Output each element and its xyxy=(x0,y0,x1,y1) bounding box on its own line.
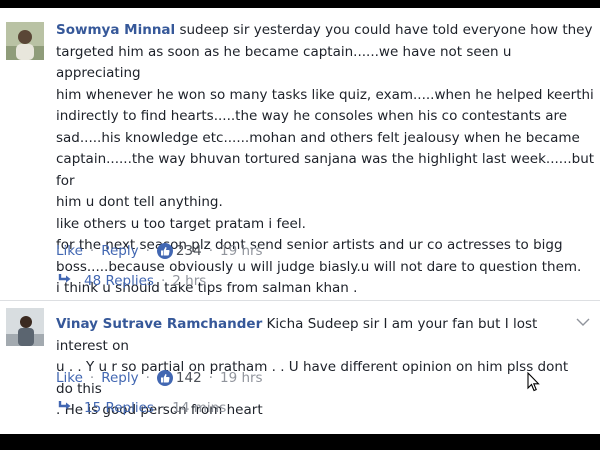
mouse-cursor-icon xyxy=(527,371,541,396)
like-link[interactable]: Like xyxy=(56,370,83,386)
timestamp[interactable]: 19 hrs xyxy=(220,243,263,259)
replies-timestamp: 2 hrs xyxy=(172,273,207,289)
chevron-down-icon[interactable] xyxy=(576,312,590,331)
avatar[interactable] xyxy=(6,308,44,346)
comment-line: him u dont tell anything. xyxy=(56,194,223,210)
comment-actions: Like · Reply · 234 · 19 hrs xyxy=(56,243,263,259)
comment-line: like others u too target pratam i feel. xyxy=(56,215,306,232)
view-replies[interactable]: 48 Replies · 2 hrs xyxy=(58,273,206,289)
replies-count[interactable]: 48 Replies xyxy=(84,273,154,289)
comment-line: him whenever he won so many tasks like q… xyxy=(56,86,594,103)
comment-line: Sowmya Minnal sudeep sir yesterday you c… xyxy=(56,22,593,38)
comments-panel: Sowmya Minnal sudeep sir yesterday you c… xyxy=(0,8,600,434)
reply-arrow-icon xyxy=(58,273,72,289)
comment-line: indirectly to find hearts.....the way he… xyxy=(56,108,568,124)
author-name[interactable]: Sowmya Minnal xyxy=(56,22,175,38)
like-link[interactable]: Like xyxy=(56,243,83,259)
author-name[interactable]: Vinay Sutrave Ramchander xyxy=(56,316,262,332)
comment-line: sad.....his knowledge etc......mohan and… xyxy=(56,129,580,146)
replies-timestamp: 14 mins xyxy=(172,400,227,416)
reaction-count[interactable]: 142 xyxy=(176,370,202,386)
replies-count[interactable]: 15 Replies xyxy=(84,400,154,416)
timestamp[interactable]: 19 hrs xyxy=(220,370,263,386)
avatar[interactable] xyxy=(6,22,44,60)
thumbs-up-icon[interactable] xyxy=(156,370,173,386)
comment-line: Vinay Sutrave Ramchander Kicha Sudeep si… xyxy=(56,316,538,354)
thumbs-up-icon[interactable] xyxy=(156,243,173,259)
view-replies[interactable]: 15 Replies · 14 mins xyxy=(58,400,226,416)
reply-arrow-icon xyxy=(58,400,72,416)
reaction-count[interactable]: 234 xyxy=(176,243,202,259)
reply-link[interactable]: Reply xyxy=(101,370,138,386)
divider xyxy=(0,300,600,301)
reply-link[interactable]: Reply xyxy=(101,243,138,259)
comment-line: targeted him as soon as he became captai… xyxy=(56,43,512,82)
comment-line: captain......the way bhuvan tortured san… xyxy=(56,151,595,189)
comment-actions: Like · Reply · 142 · 19 hrs xyxy=(56,370,263,386)
